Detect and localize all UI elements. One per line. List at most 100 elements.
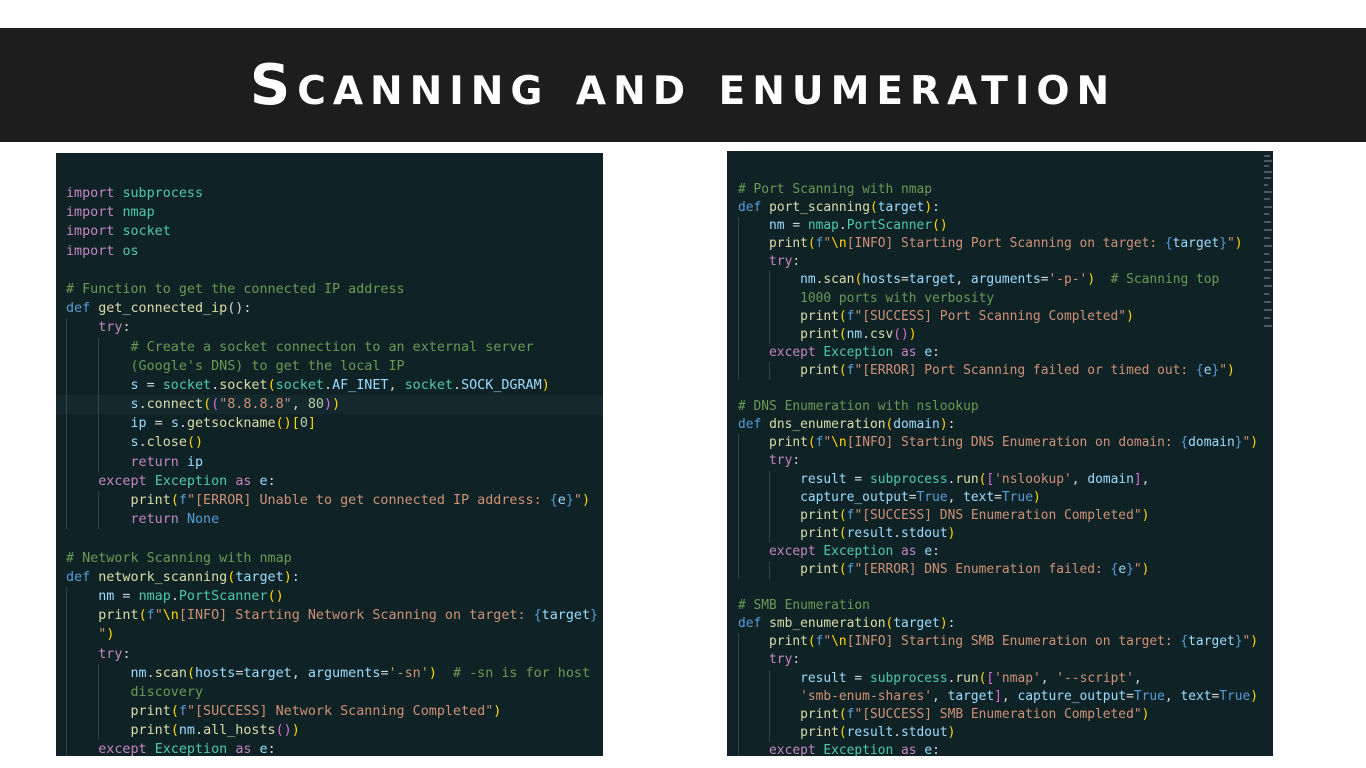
code-token: as xyxy=(901,742,917,756)
code-token: Exception xyxy=(823,344,894,360)
code-line: print(nm.csv()) xyxy=(727,325,1273,344)
indent-guide xyxy=(66,337,67,357)
code-token: ) xyxy=(939,616,948,632)
code-token: print xyxy=(800,326,839,342)
code-token: nm xyxy=(98,588,115,604)
code-token: True xyxy=(916,489,948,505)
code-token: [ xyxy=(986,670,995,686)
code-token: print xyxy=(800,706,839,722)
code-token: () xyxy=(275,416,292,432)
code-token: # Scanning top xyxy=(1110,272,1220,288)
code-line: import subprocess xyxy=(56,184,603,203)
code-token: domain xyxy=(893,417,940,433)
code-token: "[ERROR] Port Scanning failed or timed o… xyxy=(854,362,1196,378)
code-token: print xyxy=(800,507,839,523)
code-token: ( xyxy=(203,397,212,413)
code-line: print(result.stdout) xyxy=(727,723,1273,742)
code-token: : xyxy=(792,254,801,270)
code-token: network_scanning xyxy=(98,569,228,585)
code-token: . xyxy=(138,397,147,413)
indent-guide xyxy=(769,723,771,742)
indent-guide xyxy=(66,721,67,741)
code-token: target xyxy=(877,200,925,216)
code-line: try: xyxy=(727,452,1273,471)
code-token: = xyxy=(994,489,1002,505)
code-token: " xyxy=(1219,362,1227,378)
minimap[interactable] xyxy=(1263,151,1273,336)
code-token: ( xyxy=(170,493,179,508)
indent-guide xyxy=(769,470,771,489)
indent-guide xyxy=(98,452,100,472)
title-bar: Scanning and enumeration xyxy=(0,28,1366,142)
indent-guide xyxy=(738,705,739,724)
indent-guide xyxy=(738,687,739,706)
code-token: nmap xyxy=(122,205,155,221)
code-token: ( xyxy=(838,326,847,342)
code-token: True xyxy=(1001,489,1033,505)
indent-guide xyxy=(738,361,739,381)
code-token: text xyxy=(1180,688,1212,704)
code-token: ( xyxy=(838,362,847,378)
code-token: () xyxy=(275,723,292,739)
code-token: print xyxy=(800,308,839,324)
code-line: return None xyxy=(56,510,603,530)
code-token: () xyxy=(932,218,948,234)
code-token: PortScanner xyxy=(846,218,933,234)
code-token: ) xyxy=(283,569,292,585)
code-token: # Port Scanning with nmap xyxy=(738,182,933,197)
code-line: return ip xyxy=(56,452,603,472)
indent-guide xyxy=(66,471,67,491)
indent-guide xyxy=(738,271,739,290)
indent-guide xyxy=(66,606,67,626)
code-line: nm.scan(hosts=target, arguments='-p-') #… xyxy=(727,271,1273,290)
code-token: import xyxy=(66,186,115,201)
code-line: import os xyxy=(56,242,603,261)
code-line: import nmap xyxy=(56,203,603,222)
code-line: print(f"[SUCCESS] DNS Enumeration Comple… xyxy=(727,506,1273,525)
code-token: except xyxy=(769,344,816,360)
indent-guide xyxy=(66,663,67,683)
code-token: . xyxy=(146,665,155,681)
code-token: print xyxy=(98,608,139,624)
indent-guide xyxy=(769,687,771,706)
code-token: ( xyxy=(838,308,847,324)
code-token: target xyxy=(1188,634,1235,650)
code-token: import xyxy=(66,243,115,259)
code-token: print xyxy=(769,634,808,650)
code-token: ( xyxy=(807,435,816,451)
code-token: except xyxy=(769,543,816,559)
code-token: capture_output xyxy=(1017,688,1127,704)
indent-guide xyxy=(98,395,100,415)
code-token: def xyxy=(66,301,91,317)
code-line: print(f"\n[INFO] Starting DNS Enumeratio… xyxy=(727,434,1273,453)
code-token: : xyxy=(267,742,276,756)
code-token: def xyxy=(738,616,762,632)
code-token: None xyxy=(186,512,220,528)
indent-guide xyxy=(66,414,67,434)
code-token: stdout xyxy=(901,724,948,740)
indent-guide xyxy=(769,705,771,724)
code-line: print(f"[SUCCESS] Network Scanning Compl… xyxy=(56,702,603,722)
code-token: [INFO] Starting Network Scanning on targ… xyxy=(178,608,534,624)
code-token: 'smb-enum-shares' xyxy=(800,688,933,704)
code-body: # Port Scanning with nmap def port_scanni… xyxy=(727,181,1273,756)
code-token: , xyxy=(1133,670,1142,686)
code-token: nm xyxy=(800,272,816,288)
code-token: ) xyxy=(106,627,115,643)
code-line: s.close() xyxy=(56,433,603,453)
code-token: e xyxy=(1118,561,1127,577)
